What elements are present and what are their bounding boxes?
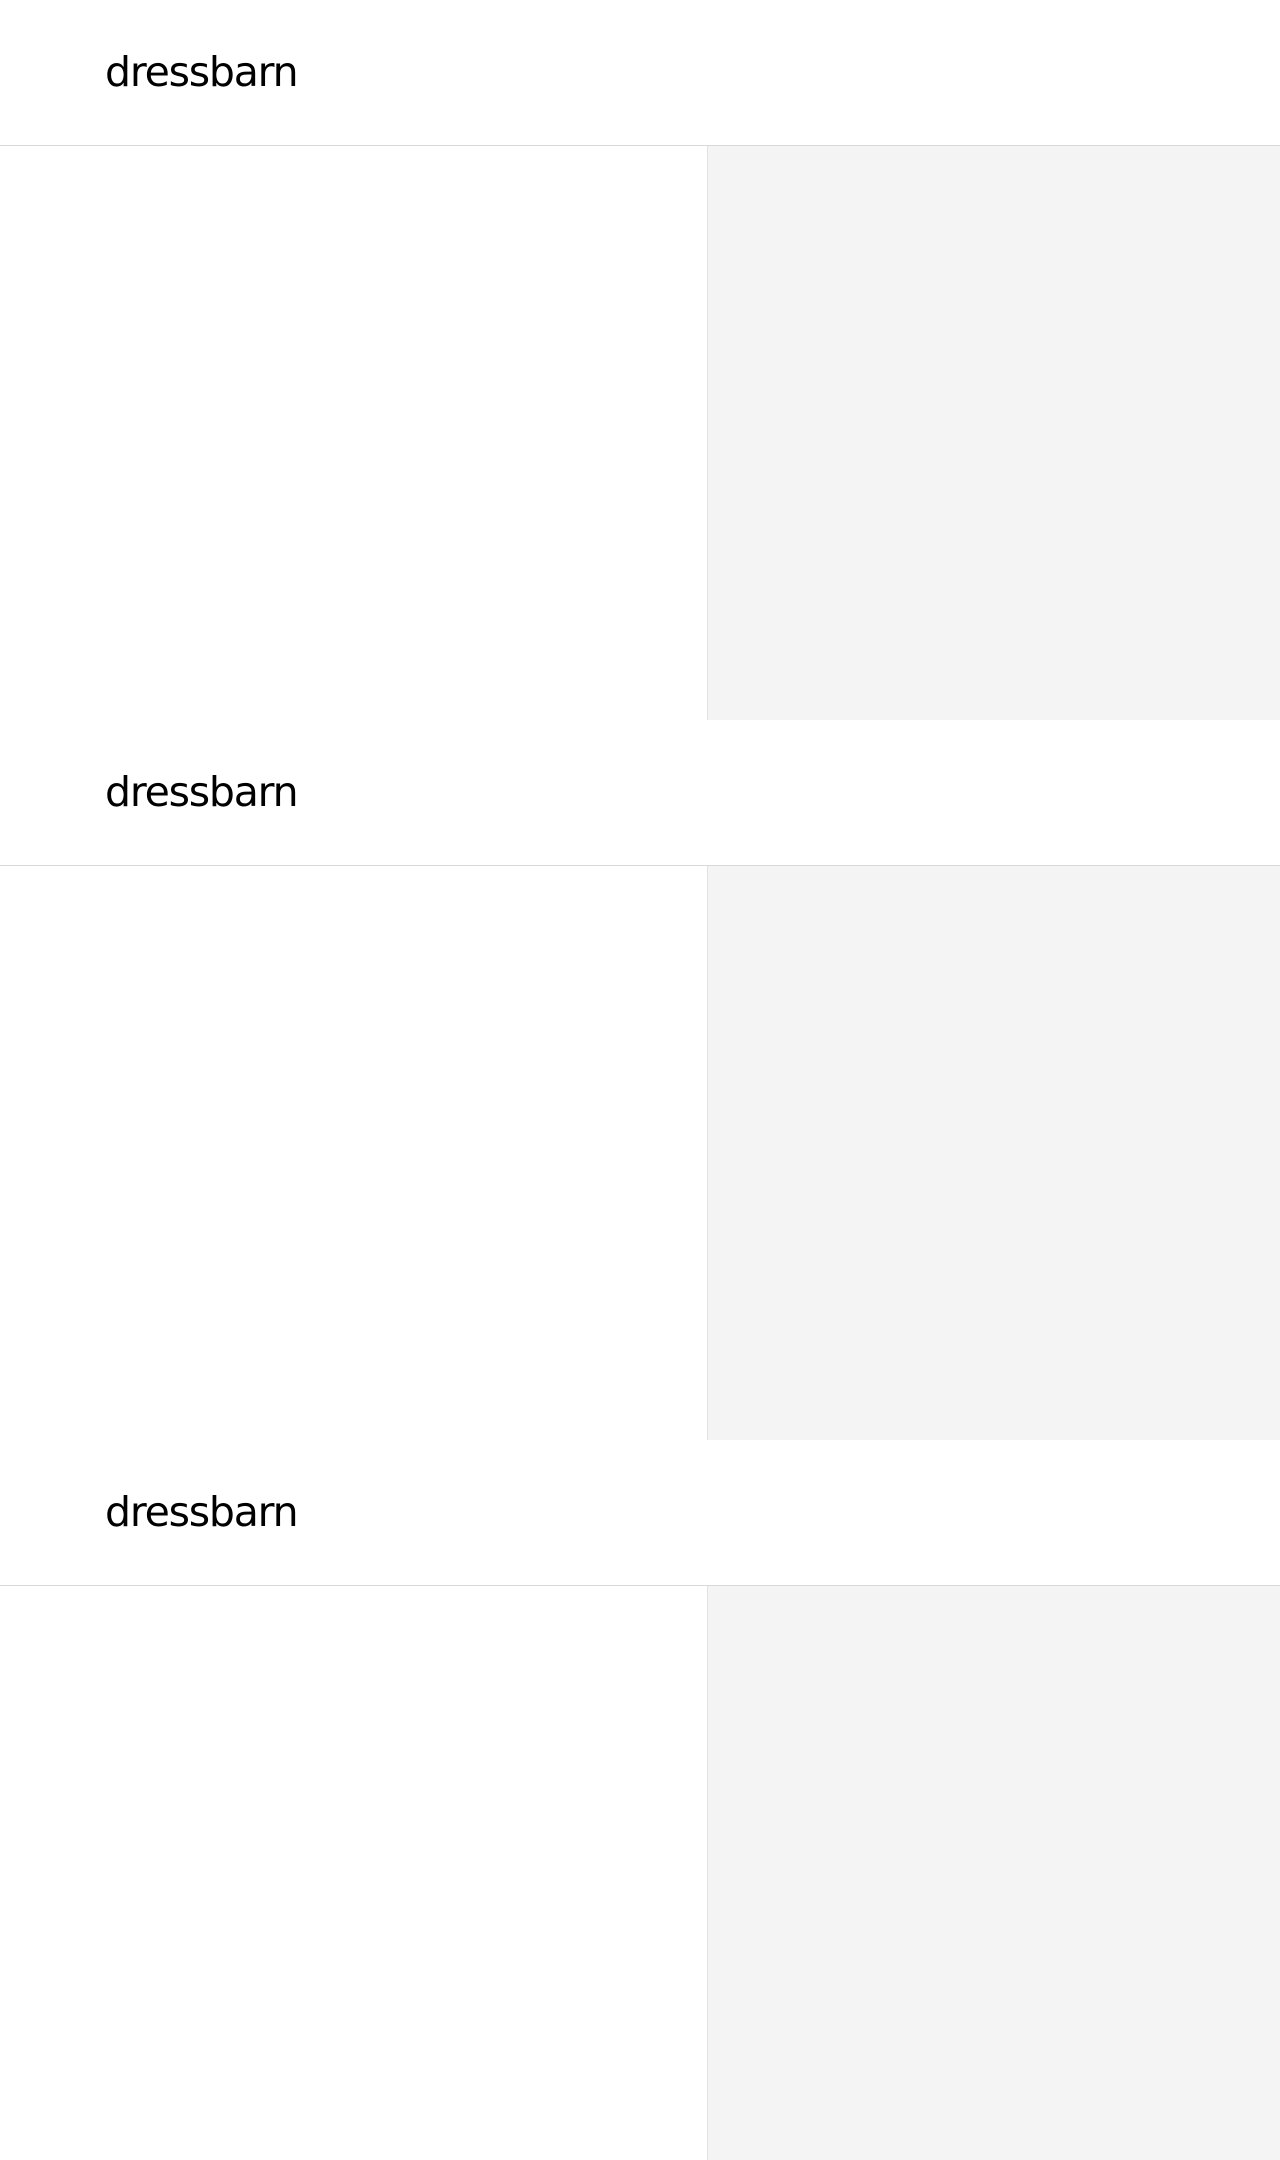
checkout-body xyxy=(0,866,1280,1440)
main-content-column xyxy=(0,146,708,720)
checkout-body xyxy=(0,1586,1280,2160)
page: dressbarn dressbarn dressbarn xyxy=(0,0,1280,2160)
brand-logo: dressbarn xyxy=(105,48,299,96)
site-header: dressbarn xyxy=(0,1440,1280,1586)
main-content-column xyxy=(0,1586,708,2160)
order-summary-sidebar xyxy=(708,866,1280,1440)
checkout-panel-1: dressbarn xyxy=(0,0,1280,720)
logo-link[interactable]: dressbarn xyxy=(105,44,299,100)
checkout-panel-2: dressbarn xyxy=(0,720,1280,1440)
site-header: dressbarn xyxy=(0,0,1280,146)
logo-link[interactable]: dressbarn xyxy=(105,1484,299,1540)
order-summary-sidebar xyxy=(708,146,1280,720)
main-content-column xyxy=(0,866,708,1440)
site-header: dressbarn xyxy=(0,720,1280,866)
brand-logo: dressbarn xyxy=(105,1488,299,1536)
checkout-panel-3: dressbarn xyxy=(0,1440,1280,2160)
logo-link[interactable]: dressbarn xyxy=(105,764,299,820)
order-summary-sidebar xyxy=(708,1586,1280,2160)
brand-logo: dressbarn xyxy=(105,768,299,816)
checkout-body xyxy=(0,146,1280,720)
